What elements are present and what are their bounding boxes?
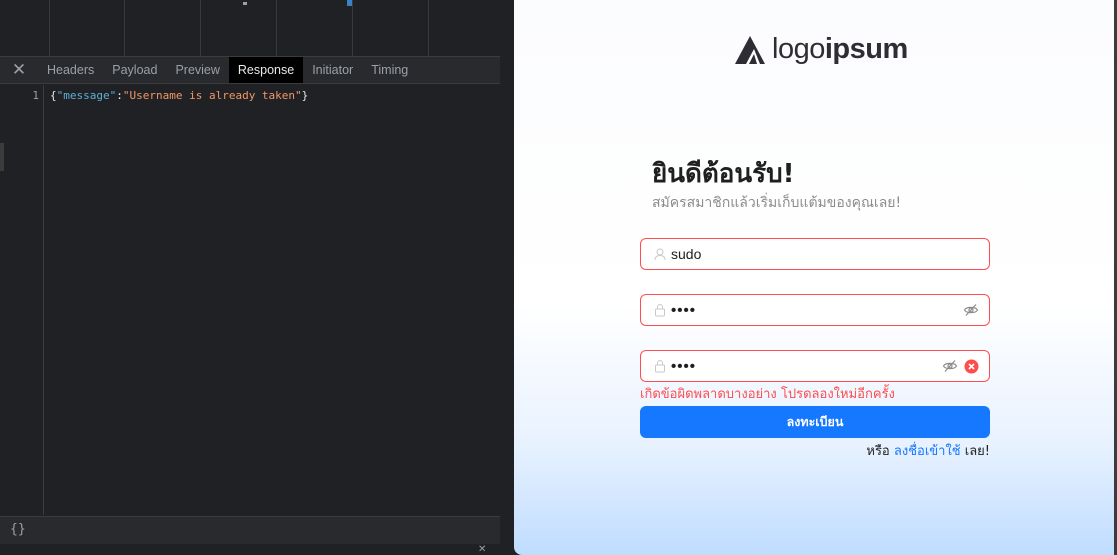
eye-invisible-icon[interactable]: [942, 358, 958, 374]
login-prompt: หรือ ลงชื่อเข้าใช้ เลย!: [866, 440, 990, 461]
timeline-gridline: [124, 0, 125, 56]
drawer-close-icon[interactable]: ✕: [478, 545, 486, 555]
tab-payload[interactable]: Payload: [103, 57, 166, 83]
json-colon: :: [116, 89, 123, 102]
timeline-mark: [243, 2, 247, 5]
timeline-gridline: [352, 0, 353, 56]
page-subtitle: สมัครสมาชิกแล้วเริ่มเก็บแต้มของคุณเลย!: [652, 195, 902, 211]
devtools-panel: ✕ Headers Payload Preview Response Initi…: [0, 0, 500, 555]
login-prompt-prefix: หรือ: [866, 444, 894, 459]
username-field[interactable]: sudo: [640, 238, 990, 270]
close-circle-icon[interactable]: [964, 359, 979, 374]
timeline-gridline: [276, 0, 277, 56]
error-message: เกิดข้อผิดพลาดบางอย่าง โปรดลองใหม่อีกครั…: [640, 387, 895, 402]
line-gutter: 1: [0, 85, 44, 515]
line-number: 1: [32, 89, 39, 102]
devtools-tabbar: ✕ Headers Payload Preview Response Initi…: [0, 57, 500, 84]
drawer-strip: [0, 544, 500, 555]
tab-headers[interactable]: Headers: [38, 57, 103, 83]
page-title: ยินดีต้อนรับ!: [652, 159, 795, 189]
logo: logoipsum: [734, 33, 908, 66]
timeline-gridline: [200, 0, 201, 56]
json-string-value: "Username is already taken": [122, 89, 302, 102]
password-input[interactable]: ••••: [671, 302, 963, 319]
json-brace-open: {: [50, 89, 57, 102]
username-input[interactable]: sudo: [671, 246, 979, 262]
tab-timing[interactable]: Timing: [362, 57, 417, 83]
response-body: {"message":"Username is already taken"}: [50, 89, 308, 102]
login-link[interactable]: ลงชื่อเข้าใช้: [894, 444, 961, 459]
mountain-logo-icon: [735, 35, 765, 64]
timeline-mark: [347, 0, 352, 6]
confirm-password-input[interactable]: ••••: [671, 358, 942, 375]
signup-page: logoipsum ยินดีต้อนรับ! สมัครสมาชิกแล้วเ…: [514, 0, 1114, 555]
eye-invisible-icon[interactable]: [963, 302, 979, 318]
panel-divider[interactable]: [500, 0, 514, 555]
network-timeline: [0, 0, 500, 57]
register-button[interactable]: ลงทะเบียน: [640, 406, 990, 438]
timeline-gridline: [428, 0, 429, 56]
lock-icon: [655, 360, 665, 373]
password-field[interactable]: ••••: [640, 294, 990, 326]
tab-preview[interactable]: Preview: [166, 57, 228, 83]
close-icon[interactable]: ✕: [0, 57, 38, 83]
confirm-password-field[interactable]: ••••: [640, 350, 990, 382]
editor-statusbar: {}: [0, 516, 500, 544]
tab-response[interactable]: Response: [228, 57, 304, 83]
pretty-print-icon[interactable]: {}: [10, 522, 26, 537]
response-editor[interactable]: 1 {"message":"Username is already taken"…: [0, 85, 500, 515]
logo-text: logoipsum: [772, 33, 908, 65]
gutter-marker: [0, 143, 4, 171]
user-icon: [654, 248, 666, 261]
lock-icon: [655, 304, 665, 317]
tab-initiator[interactable]: Initiator: [303, 57, 362, 83]
json-key: "message": [56, 89, 117, 102]
json-brace-close: }: [301, 89, 309, 102]
timeline-gridline: [49, 0, 50, 56]
login-prompt-suffix: เลย!: [960, 444, 990, 459]
